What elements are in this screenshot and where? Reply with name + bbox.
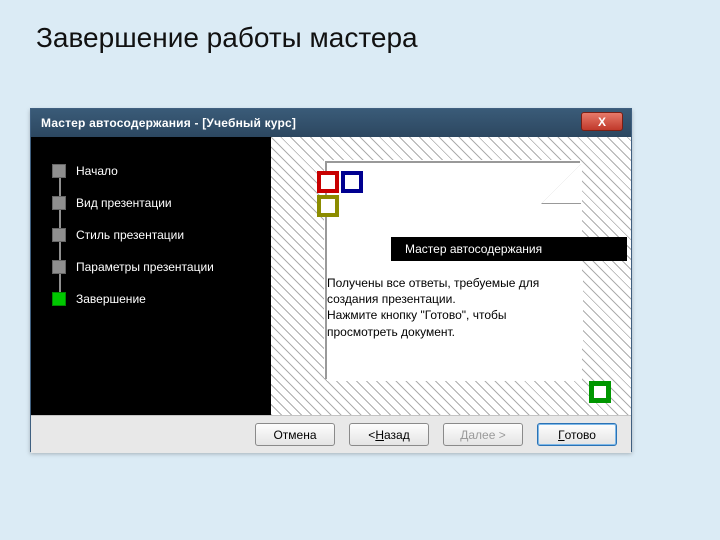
back-rest: азад <box>384 428 410 442</box>
body-line: создания презентации. <box>327 291 583 307</box>
back-mnemonic: Н <box>375 428 384 442</box>
swatch-blue <box>341 171 363 193</box>
wizard-content: Начало Вид презентации Стиль презентации… <box>31 137 631 415</box>
accent-square-icon <box>589 381 611 403</box>
wizard-steps: Начало Вид презентации Стиль презентации… <box>49 155 271 315</box>
paper-graphic <box>327 163 582 381</box>
step-presentation-params[interactable]: Параметры презентации <box>49 251 271 283</box>
titlebar: Мастер автосодержания - [Учебный курс] X <box>31 109 631 137</box>
step-finish[interactable]: Завершение <box>49 283 271 315</box>
step-box-icon <box>52 164 66 178</box>
step-presentation-type[interactable]: Вид презентации <box>49 187 271 219</box>
close-button[interactable]: X <box>581 112 623 131</box>
swatch-olive <box>317 195 339 217</box>
heading-stripe: Мастер автосодержания <box>391 237 627 261</box>
wizard-sidebar: Начало Вид презентации Стиль презентации… <box>31 137 271 415</box>
step-label: Параметры презентации <box>76 260 214 274</box>
wizard-window: Мастер автосодержания - [Учебный курс] X… <box>30 108 632 452</box>
back-lt: < <box>368 428 375 442</box>
step-label: Стиль презентации <box>76 228 184 242</box>
body-line: Получены все ответы, требуемые для <box>327 275 583 291</box>
body-text: Получены все ответы, требуемые для созда… <box>327 273 583 342</box>
step-label: Начало <box>76 164 118 178</box>
close-icon: X <box>598 115 606 129</box>
back-button[interactable]: < Назад <box>349 423 429 446</box>
next-button: Далее > <box>443 423 523 446</box>
next-rest: алее > <box>468 428 505 442</box>
swatch-red <box>317 171 339 193</box>
body-line: просмотреть документ. <box>327 324 583 340</box>
next-mnemonic: Д <box>460 428 468 442</box>
color-squares <box>317 171 363 217</box>
step-box-icon <box>52 292 66 306</box>
step-box-icon <box>52 260 66 274</box>
wizard-footer: Отмена < Назад Далее > Готово <box>31 415 631 453</box>
finish-button[interactable]: Готово <box>537 423 617 446</box>
step-label: Завершение <box>76 292 146 306</box>
window-title: Мастер автосодержания - [Учебный курс] <box>41 116 296 130</box>
finish-rest: отово <box>565 428 596 442</box>
cancel-button[interactable]: Отмена <box>255 423 335 446</box>
step-box-icon <box>52 196 66 210</box>
body-line: Нажмите кнопку "Готово", чтобы <box>327 307 583 323</box>
step-box-icon <box>52 228 66 242</box>
step-label: Вид презентации <box>76 196 172 210</box>
page-title: Завершение работы мастера <box>0 0 720 54</box>
step-presentation-style[interactable]: Стиль презентации <box>49 219 271 251</box>
wizard-mainpane: Мастер автосодержания Получены все ответ… <box>271 137 631 415</box>
step-start[interactable]: Начало <box>49 155 271 187</box>
